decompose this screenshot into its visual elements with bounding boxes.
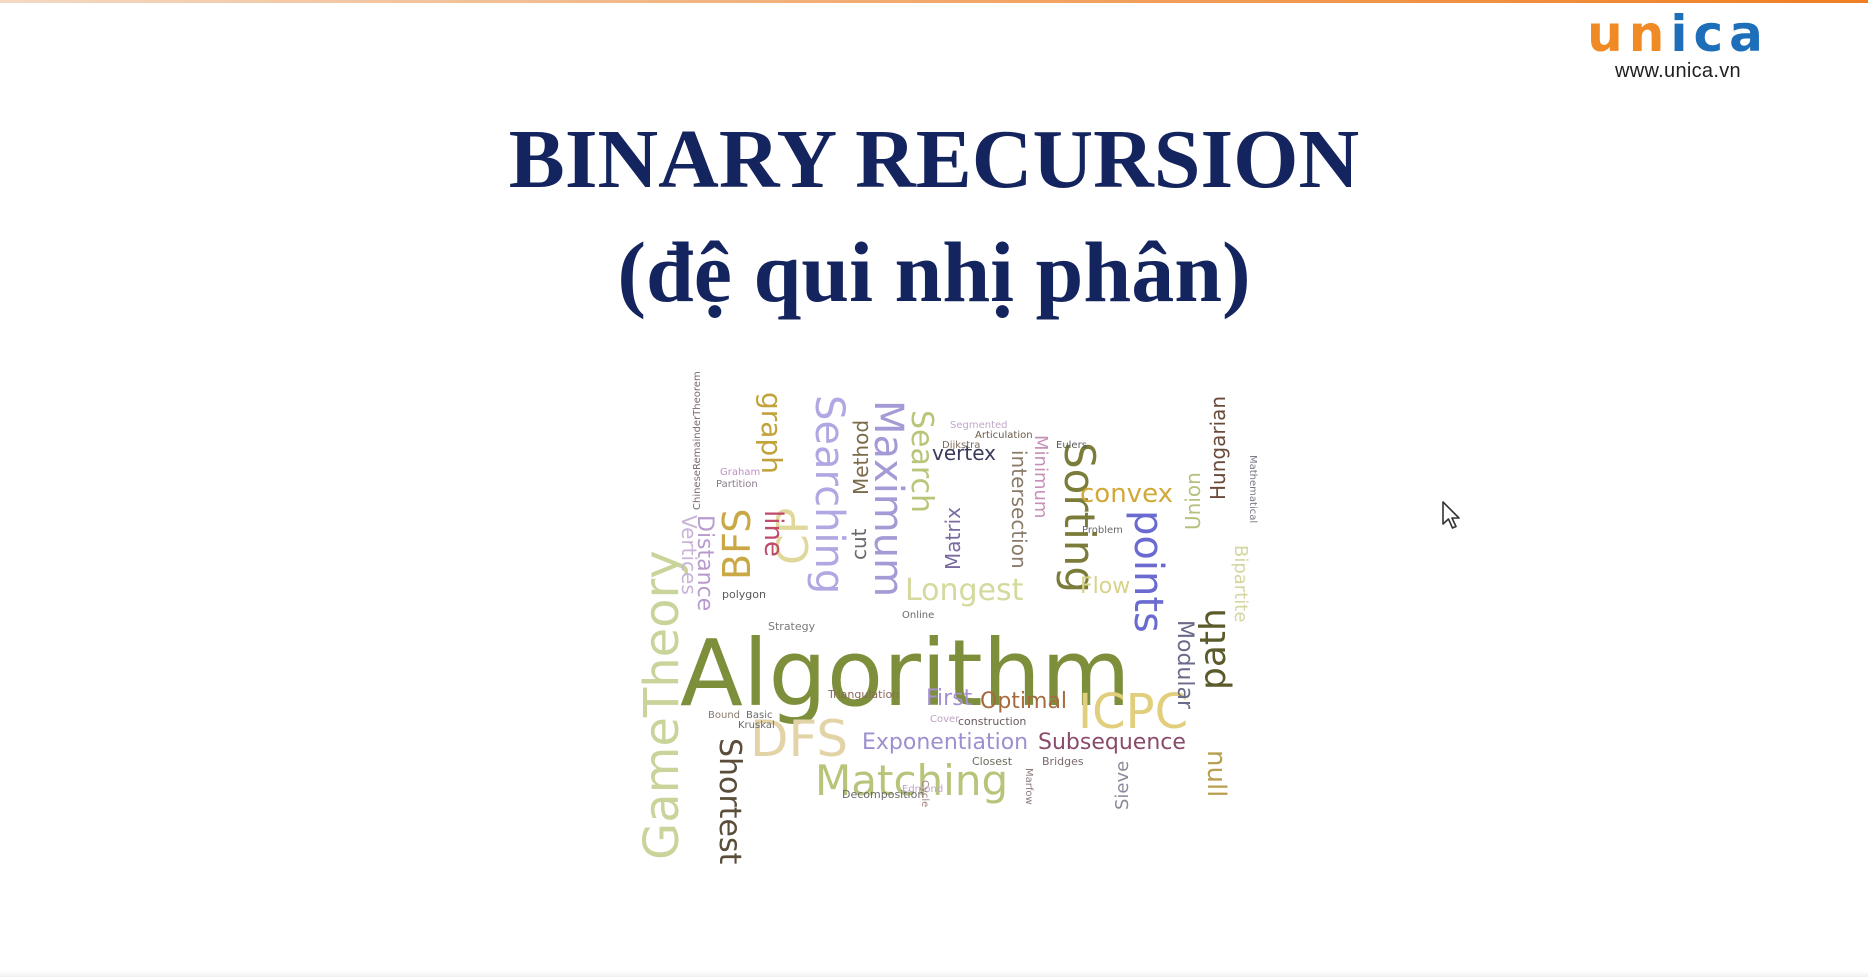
cloud-word: Longest	[905, 573, 1024, 608]
cloud-word: null	[1201, 750, 1231, 797]
cloud-word: construction	[958, 715, 1026, 728]
word-cloud-image: Algorithm GameTheory Shortest DFS Matchi…	[620, 370, 1260, 870]
cloud-word: ICPC	[1078, 684, 1188, 740]
cloud-word: Closest	[972, 755, 1013, 768]
cloud-word: cut	[847, 528, 871, 560]
cloud-word: Exponentiation	[862, 730, 1028, 755]
cloud-word: Strategy	[768, 620, 816, 633]
cloud-word: First	[926, 686, 973, 711]
cloud-word: Optimal	[980, 689, 1067, 714]
bottom-edge	[0, 971, 1868, 977]
cloud-word: Graham	[720, 467, 760, 478]
cloud-word: Matrix	[941, 507, 965, 570]
cloud-word: Cycle	[919, 780, 930, 807]
cloud-word: Vertices	[677, 515, 701, 595]
logo-wordmark: unica	[1587, 5, 1769, 63]
cloud-word: Dijkstra	[942, 440, 980, 451]
cloud-word: BFS	[715, 509, 759, 580]
cloud-word: Minimum	[1030, 435, 1051, 518]
cloud-word: intersection	[1007, 450, 1031, 569]
cloud-word: path	[1193, 608, 1234, 690]
cloud-word: Partition	[716, 479, 758, 490]
cloud-word: Eulers	[1056, 440, 1087, 451]
slide-title: BINARY RECURSION	[508, 113, 1360, 206]
cloud-word: Cover	[930, 714, 960, 725]
cloud-word: Sorting	[1055, 442, 1104, 593]
cloud-word: Triangulation	[827, 688, 899, 701]
cloud-word: GameTheory	[634, 550, 690, 860]
cloud-word: Mathematical	[1247, 455, 1258, 523]
unica-logo: unica www.unica.vn	[1583, 6, 1773, 83]
cloud-word: Articulation	[975, 430, 1033, 441]
cloud-word: graph	[755, 392, 788, 474]
cloud-word: convex	[1080, 479, 1173, 509]
cloud-word: Hungarian	[1206, 396, 1230, 500]
cloud-word: Online	[902, 610, 934, 621]
cloud-word: Problem	[1082, 525, 1123, 536]
cloud-word: Union	[1181, 472, 1205, 530]
cloud-word: Shortest	[712, 738, 747, 865]
cloud-word: Bipartite	[1230, 545, 1251, 622]
cloud-word: Method	[849, 420, 873, 495]
cloud-word: line	[758, 510, 788, 557]
cloud-word: Kruskal	[738, 720, 775, 731]
cloud-word: Sieve	[1112, 761, 1133, 810]
logo-url: www.unica.vn	[1615, 60, 1741, 82]
cloud-word: Bridges	[1042, 755, 1084, 768]
cloud-word: Modular	[1172, 620, 1197, 710]
cloud-word: points	[1125, 510, 1171, 633]
top-accent-bar	[0, 0, 1868, 3]
cloud-word: Segmented	[950, 420, 1008, 431]
cloud-word: ChineseRemainderTheorem	[692, 371, 703, 510]
cloud-word: Bound	[708, 710, 740, 721]
cloud-word: Flow	[1080, 574, 1130, 599]
mouse-cursor-icon	[1442, 501, 1460, 529]
cloud-word: Basic	[746, 710, 772, 721]
cloud-word: Marfow	[1023, 768, 1034, 805]
slide-subtitle: (đệ qui nhị phân)	[617, 224, 1251, 320]
cloud-word: polygon	[722, 588, 766, 601]
